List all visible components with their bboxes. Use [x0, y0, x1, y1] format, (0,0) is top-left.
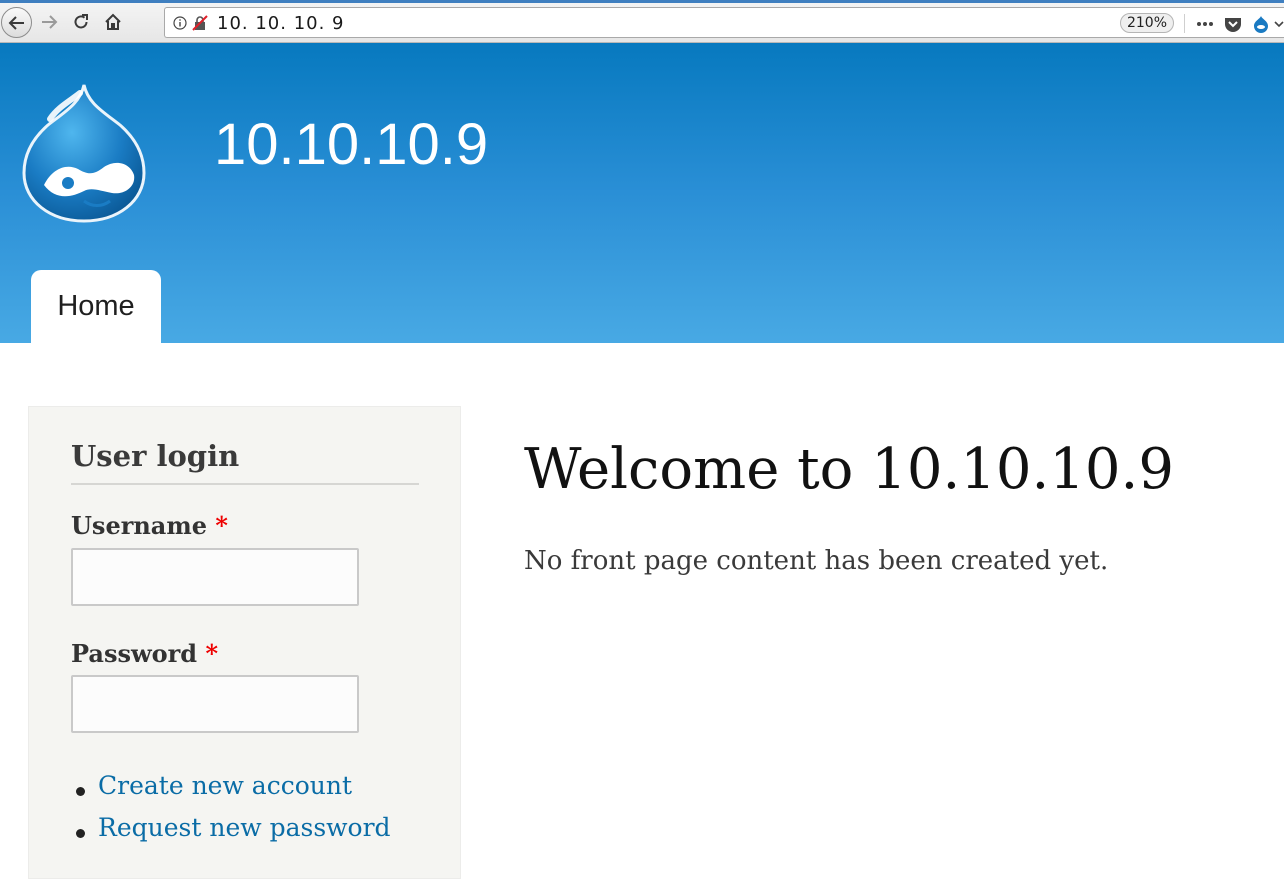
username-label: Username * — [71, 511, 228, 540]
password-label: Password * — [71, 639, 218, 668]
password-label-text: Password — [71, 639, 198, 668]
back-arrow-icon — [8, 15, 24, 30]
list-item: Create new account — [71, 771, 391, 813]
back-button[interactable] — [1, 7, 32, 38]
forward-button[interactable] — [35, 8, 63, 36]
request-password-link[interactable]: Request new password — [98, 813, 391, 842]
page-title: Welcome to 10.10.10.9 — [524, 437, 1174, 502]
pocket-icon — [1225, 18, 1241, 32]
more-icon — [1197, 22, 1213, 26]
chevron-down-icon — [1274, 21, 1284, 28]
url-text[interactable]: 10. 10. 10. 9 — [217, 13, 345, 34]
login-links-list: Create new account Request new password — [71, 771, 391, 855]
drupal-logo-icon[interactable] — [22, 83, 146, 223]
reload-button[interactable] — [67, 8, 95, 36]
required-marker: * — [205, 639, 218, 668]
overflow-menu-button[interactable] — [1273, 14, 1284, 34]
insecure-lock-icon[interactable] — [192, 15, 208, 31]
user-login-block: User login Username * Password * Create … — [28, 406, 461, 879]
site-name[interactable]: 10.10.10.9 — [214, 111, 488, 178]
forward-arrow-icon — [42, 15, 58, 29]
home-button[interactable] — [99, 8, 127, 36]
front-page-message: No front page content has been created y… — [524, 546, 1109, 576]
info-icon[interactable] — [173, 16, 187, 30]
home-icon — [105, 13, 121, 30]
site-header: 10.10.10.9 Home — [0, 43, 1284, 343]
zoom-level-badge[interactable]: 210% — [1120, 13, 1174, 33]
reload-icon — [74, 14, 88, 29]
list-item: Request new password — [71, 813, 391, 855]
browser-toolbar: 10. 10. 10. 9 210% — [0, 0, 1284, 43]
url-bar[interactable]: 10. 10. 10. 9 210% — [164, 7, 1284, 38]
username-label-text: Username — [71, 511, 208, 540]
password-input[interactable] — [71, 675, 359, 733]
drupal-bookmark-button[interactable] — [1251, 14, 1271, 34]
url-bar-separator — [1184, 14, 1185, 33]
create-account-link[interactable]: Create new account — [98, 771, 352, 800]
pocket-button[interactable] — [1223, 14, 1243, 34]
block-title: User login — [71, 439, 419, 485]
page-actions-button[interactable] — [1195, 14, 1215, 34]
tab-home[interactable]: Home — [31, 270, 161, 343]
required-marker: * — [215, 511, 228, 540]
drupal-icon — [1254, 16, 1268, 33]
username-input[interactable] — [71, 548, 359, 606]
